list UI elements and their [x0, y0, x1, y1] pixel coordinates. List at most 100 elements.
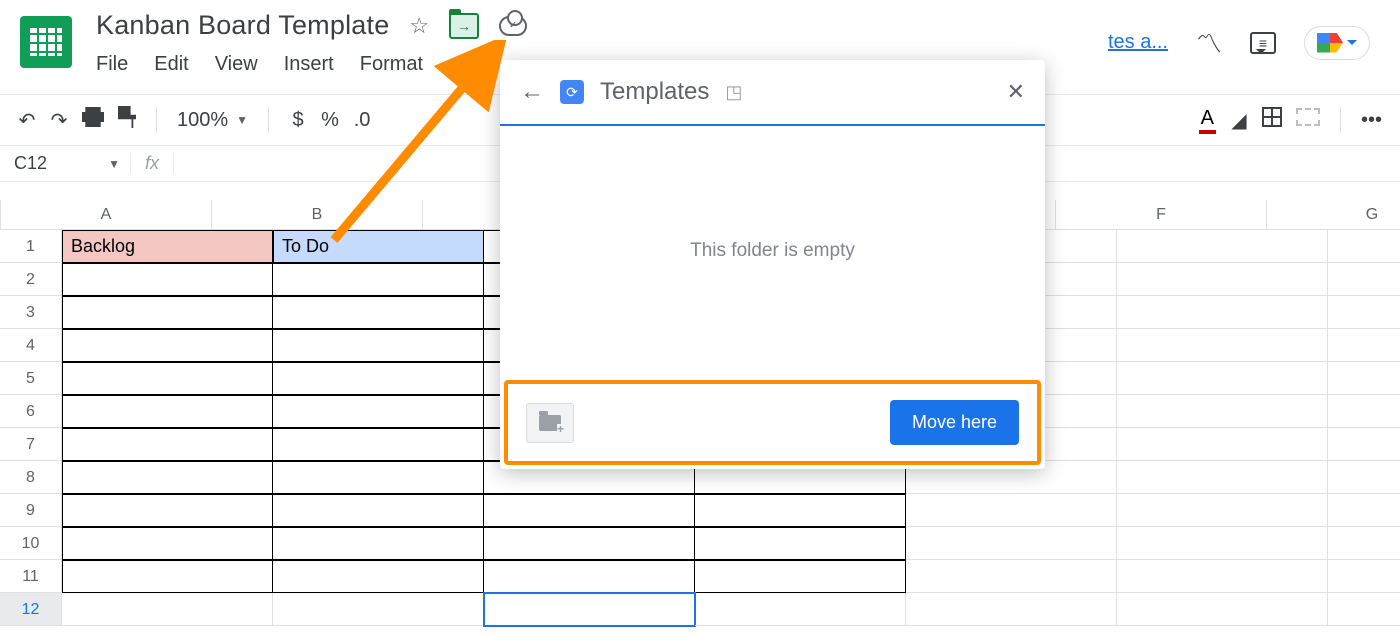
- row-header-9[interactable]: 9: [0, 494, 62, 527]
- cell-C9[interactable]: [484, 494, 695, 527]
- cell-F11[interactable]: [1117, 560, 1328, 593]
- cell-B6[interactable]: [273, 395, 484, 428]
- cloud-saved-icon[interactable]: [499, 16, 527, 36]
- cell-A11[interactable]: [62, 560, 273, 593]
- move-here-button[interactable]: Move here: [890, 400, 1019, 445]
- cell-A12[interactable]: [62, 593, 273, 626]
- cell-F6[interactable]: [1117, 395, 1328, 428]
- cell-G3[interactable]: [1328, 296, 1400, 329]
- cell-A9[interactable]: [62, 494, 273, 527]
- menu-insert[interactable]: Insert: [284, 53, 334, 76]
- cell-F5[interactable]: [1117, 362, 1328, 395]
- cell-F8[interactable]: [1117, 461, 1328, 494]
- cell-F9[interactable]: [1117, 494, 1328, 527]
- row-header-4[interactable]: 4: [0, 329, 62, 362]
- comments-icon[interactable]: [1250, 32, 1276, 54]
- cell-F1[interactable]: [1117, 230, 1328, 263]
- cell-F3[interactable]: [1117, 296, 1328, 329]
- last-edit-link[interactable]: tes a...: [1108, 31, 1168, 54]
- cell-C12[interactable]: [484, 593, 695, 626]
- cell-G9[interactable]: [1328, 494, 1400, 527]
- menu-edit[interactable]: Edit: [154, 53, 188, 76]
- cell-D11[interactable]: [695, 560, 906, 593]
- cell-G4[interactable]: [1328, 329, 1400, 362]
- row-header-5[interactable]: 5: [0, 362, 62, 395]
- cell-F12[interactable]: [1117, 593, 1328, 626]
- cell-A8[interactable]: [62, 461, 273, 494]
- back-button[interactable]: ←: [520, 78, 544, 106]
- cell-G2[interactable]: [1328, 263, 1400, 296]
- menu-view[interactable]: View: [215, 53, 258, 76]
- col-header-A[interactable]: A: [1, 200, 212, 229]
- decrease-decimal-button[interactable]: .0: [353, 109, 371, 132]
- col-header-F[interactable]: F: [1056, 200, 1267, 229]
- cell-F2[interactable]: [1117, 263, 1328, 296]
- cell-G12[interactable]: [1328, 593, 1400, 626]
- print-button[interactable]: [82, 107, 104, 133]
- activity-icon[interactable]: 〽: [1196, 24, 1222, 61]
- cell-B5[interactable]: [273, 362, 484, 395]
- meet-button[interactable]: [1304, 26, 1370, 60]
- row-header-2[interactable]: 2: [0, 263, 62, 296]
- undo-button[interactable]: ↶: [18, 108, 36, 133]
- format-percent-button[interactable]: %: [321, 109, 339, 132]
- row-header-3[interactable]: 3: [0, 296, 62, 329]
- row-header-10[interactable]: 10: [0, 527, 62, 560]
- cell-A1[interactable]: Backlog: [62, 230, 273, 263]
- col-header-B[interactable]: B: [212, 200, 423, 229]
- menu-file[interactable]: File: [96, 53, 128, 76]
- cell-A6[interactable]: [62, 395, 273, 428]
- row-header-6[interactable]: 6: [0, 395, 62, 428]
- row-header-7[interactable]: 7: [0, 428, 62, 461]
- row-header-1[interactable]: 1: [0, 230, 62, 263]
- cell-G11[interactable]: [1328, 560, 1400, 593]
- cell-E10[interactable]: [906, 527, 1117, 560]
- cell-B2[interactable]: [273, 263, 484, 296]
- new-folder-button[interactable]: [526, 403, 574, 443]
- star-icon[interactable]: ☆: [409, 13, 429, 39]
- cell-F7[interactable]: [1117, 428, 1328, 461]
- menu-format[interactable]: Format: [360, 53, 423, 76]
- name-box[interactable]: C12▼: [0, 153, 130, 174]
- cell-A2[interactable]: [62, 263, 273, 296]
- cell-B9[interactable]: [273, 494, 484, 527]
- zoom-dropdown[interactable]: 100%▼: [177, 109, 248, 132]
- borders-button[interactable]: [1262, 107, 1282, 133]
- fill-color-button[interactable]: ◢: [1230, 108, 1248, 133]
- cell-F4[interactable]: [1117, 329, 1328, 362]
- cell-B7[interactable]: [273, 428, 484, 461]
- move-to-folder-icon[interactable]: [449, 13, 479, 39]
- text-color-button[interactable]: A: [1199, 107, 1216, 134]
- cell-D10[interactable]: [695, 527, 906, 560]
- cell-B4[interactable]: [273, 329, 484, 362]
- cell-B12[interactable]: [273, 593, 484, 626]
- cell-D9[interactable]: [695, 494, 906, 527]
- cell-A3[interactable]: [62, 296, 273, 329]
- cell-C11[interactable]: [484, 560, 695, 593]
- cell-B10[interactable]: [273, 527, 484, 560]
- cell-E12[interactable]: [906, 593, 1117, 626]
- format-currency-button[interactable]: $: [289, 109, 307, 132]
- cell-G7[interactable]: [1328, 428, 1400, 461]
- cell-C10[interactable]: [484, 527, 695, 560]
- toolbar-more-button[interactable]: •••: [1361, 109, 1382, 132]
- cell-B8[interactable]: [273, 461, 484, 494]
- cell-B1[interactable]: To Do: [273, 230, 484, 263]
- document-title[interactable]: Kanban Board Template: [96, 10, 389, 41]
- paint-format-button[interactable]: [118, 106, 136, 134]
- cell-G5[interactable]: [1328, 362, 1400, 395]
- cell-E11[interactable]: [906, 560, 1117, 593]
- row-header-8[interactable]: 8: [0, 461, 62, 494]
- open-in-new-icon[interactable]: ◳: [725, 82, 742, 103]
- sheets-logo[interactable]: [20, 16, 72, 68]
- cell-G6[interactable]: [1328, 395, 1400, 428]
- cell-A10[interactable]: [62, 527, 273, 560]
- cell-A4[interactable]: [62, 329, 273, 362]
- cell-D12[interactable]: [695, 593, 906, 626]
- col-header-G[interactable]: G: [1267, 200, 1400, 229]
- row-header-12[interactable]: 12: [0, 593, 62, 626]
- close-button[interactable]: ✕: [1007, 79, 1025, 105]
- cell-B11[interactable]: [273, 560, 484, 593]
- cell-G8[interactable]: [1328, 461, 1400, 494]
- cell-E9[interactable]: [906, 494, 1117, 527]
